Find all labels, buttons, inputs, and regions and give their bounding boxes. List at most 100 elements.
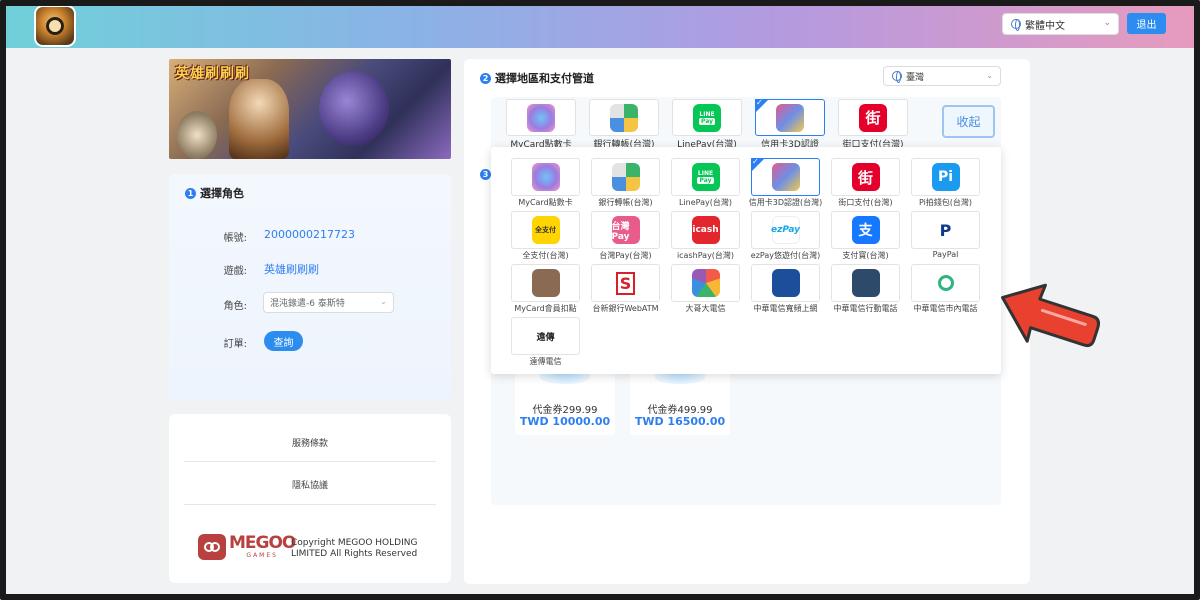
payment-method-option[interactable]: 大哥大電信 (671, 264, 740, 313)
payment-method-option[interactable]: 遠傳 遠傳電信 (511, 317, 580, 366)
payment-method-option[interactable]: ezPay ezPay悠遊付(台灣) (751, 211, 820, 260)
payment-method-option[interactable]: Pi Pi拍錢包(台灣) (911, 158, 980, 207)
payment-method-option[interactable]: icash icashPay(台灣) (671, 211, 740, 260)
payment-method-label: 支付寶(台灣) (842, 251, 889, 260)
payment-method-label: 中華電信行動電話 (833, 304, 898, 313)
banner-character (229, 79, 289, 159)
account-value: 2000000217723 (264, 228, 355, 241)
payment-method-label: 中華電信寬頻上網 (753, 304, 818, 313)
payment-method-tile[interactable]: MyCard點數卡 (506, 99, 576, 150)
payment-method-option[interactable]: 台灣Pay 台灣Pay(台灣) (591, 211, 660, 260)
role-card: 1 選擇角色 (169, 174, 451, 400)
game-banner: 英雄刷刷刷 (169, 59, 451, 159)
chevron-down-icon: ⌄ (380, 297, 387, 306)
alipay-icon: 支 (851, 216, 880, 244)
icashpay-icon: icash (691, 216, 720, 244)
cht-mobile-icon (851, 269, 880, 297)
ezpay-icon: ezPay (771, 216, 800, 244)
arrow-annotation-icon (1001, 283, 1100, 348)
product-card[interactable]: 代金券499.99 TWD 16500.00 (630, 370, 730, 435)
credit-card-icon (776, 103, 804, 132)
bank-transfer-icon (611, 163, 640, 191)
fareast-telecom-icon: 遠傳 (531, 322, 560, 350)
collapse-button[interactable]: 收起 (942, 105, 995, 138)
payment-method-label: 台灣Pay(台灣) (599, 251, 652, 260)
cht-landline-icon (931, 269, 960, 297)
globe-icon (892, 71, 902, 83)
payment-method-label: ezPay悠遊付(台灣) (750, 251, 821, 260)
game-logo[interactable] (34, 5, 76, 47)
linepay-icon: LINE Pay (691, 163, 720, 191)
banner-character (177, 111, 217, 159)
payment-method-option[interactable]: S 台新銀行WebATM (591, 264, 660, 313)
payment-section-heading: 選擇地區和支付管道 (495, 72, 594, 85)
payment-method-option[interactable]: 中華電信市內電話 (911, 264, 980, 313)
taishin-bank-icon: S (611, 269, 640, 297)
taiwan-mobile-icon (691, 269, 720, 297)
language-select[interactable]: 繁體中文 ⌄ (1002, 13, 1119, 35)
region-select[interactable]: 臺灣 ⌄ (883, 66, 1001, 86)
payment-method-tile[interactable]: 街街口支付(台灣) (838, 99, 908, 150)
step-badge: 2 (480, 72, 491, 84)
step-badge: 1 (185, 187, 196, 199)
payment-method-option[interactable]: 全支付全支付(台灣) (511, 211, 580, 260)
jkopay-icon: 街 (851, 163, 880, 191)
game-value: 英雄刷刷刷 (264, 263, 319, 276)
privacy-link[interactable]: 隱私協議 (184, 478, 436, 491)
taiwanpay-icon: 台灣Pay (611, 216, 640, 244)
payment-method-label: 全支付(台灣) (522, 251, 569, 260)
payment-method-tile[interactable]: 銀行轉帳(台灣) (589, 99, 659, 150)
role-section-heading: 選擇角色 (200, 187, 244, 200)
paypal-icon: P (931, 216, 960, 244)
payment-method-label: 遠傳電信 (529, 357, 562, 366)
check-icon (755, 98, 769, 113)
payment-method-label: 銀行轉帳(台灣) (598, 198, 653, 207)
role-select[interactable]: 混沌錄遣-6 泰斯特 ⌄ (263, 292, 394, 313)
chevron-down-icon: ⌄ (1103, 18, 1111, 28)
payment-method-label: 街口支付(台灣) (838, 198, 893, 207)
payment-method-label: 大哥大電信 (685, 304, 726, 313)
payment-method-label: 信用卡3D認證(台灣) (748, 198, 823, 207)
payment-method-tile[interactable]: LINE Pay LinePay(台灣) (672, 99, 742, 150)
payment-method-label: PayPal (932, 250, 959, 259)
payment-method-label: LinePay(台灣) (678, 198, 732, 207)
payment-method-option[interactable]: 信用卡3D認證(台灣) (749, 157, 823, 207)
mycard-member-icon (531, 269, 560, 297)
megoo-brand: MEGOO (229, 533, 296, 553)
product-name: 代金券299.99 (532, 405, 598, 416)
payment-method-option[interactable]: P PayPal (911, 211, 980, 259)
payment-method-option[interactable]: MyCard點數卡 (511, 158, 580, 207)
mycard-icon (531, 163, 560, 191)
divider (184, 461, 436, 462)
payment-method-label: Pi拍錢包(台灣) (918, 198, 973, 207)
globe-icon (1011, 19, 1021, 31)
payment-method-option[interactable]: 中華電信行動電話 (831, 264, 900, 313)
payment-method-option[interactable]: 銀行轉帳(台灣) (591, 158, 660, 207)
payment-method-option[interactable]: 街街口支付(台灣) (831, 158, 900, 207)
check-icon (751, 157, 765, 172)
divider (184, 504, 436, 505)
logout-button[interactable]: 退出 (1127, 13, 1166, 34)
product-name: 代金券499.99 (647, 405, 713, 416)
query-button[interactable]: 查詢 (264, 331, 303, 351)
payment-method-tile[interactable]: 信用卡3D認證(台灣) (755, 98, 825, 163)
payment-method-label: MyCard會員扣點 (514, 304, 577, 313)
game-label: 遊戲: (223, 266, 247, 277)
mycard-icon (527, 103, 555, 132)
product-card[interactable]: 代金券299.99 TWD 10000.00 (515, 370, 615, 435)
payment-method-option[interactable]: LINE Pay LinePay(台灣) (671, 158, 740, 207)
payment-section-title: 2 選擇地區和支付管道 (480, 70, 594, 86)
payment-method-option[interactable]: 支支付寶(台灣) (831, 211, 900, 260)
megoo-icon (198, 534, 226, 560)
copyright-text: Copyright MEGOO HOLDING LIMITED All Righ… (291, 538, 418, 559)
credit-card-icon (771, 163, 800, 191)
payment-method-option[interactable]: MyCard會員扣點 (511, 264, 580, 313)
product-price: TWD 16500.00 (634, 415, 726, 428)
terms-link[interactable]: 服務條款 (184, 436, 436, 449)
role-section-title: 1 選擇角色 (185, 185, 244, 201)
linepay-icon: LINE Pay (693, 103, 721, 132)
payment-method-option[interactable]: 中華電信寬頻上網 (751, 264, 820, 313)
bank-transfer-icon (610, 103, 638, 132)
pxpay-icon: 全支付 (531, 216, 560, 244)
banner-character (319, 71, 389, 146)
